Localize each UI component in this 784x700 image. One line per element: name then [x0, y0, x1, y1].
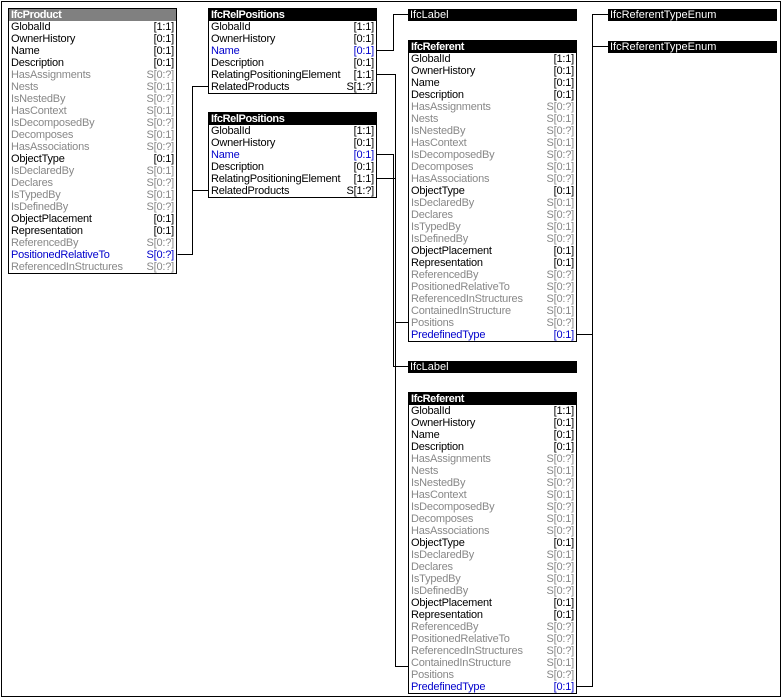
- connector-name-label-1: [377, 14, 408, 51]
- connector-predefined-type-2: [577, 334, 593, 687]
- connector-name-label-2: [377, 154, 408, 367]
- connector-lines: [177, 14, 608, 687]
- connector-relating-element-1: [377, 74, 408, 667]
- connector-positioned-relative-to: [177, 86, 208, 255]
- connector-predefined-type-1: [577, 14, 608, 335]
